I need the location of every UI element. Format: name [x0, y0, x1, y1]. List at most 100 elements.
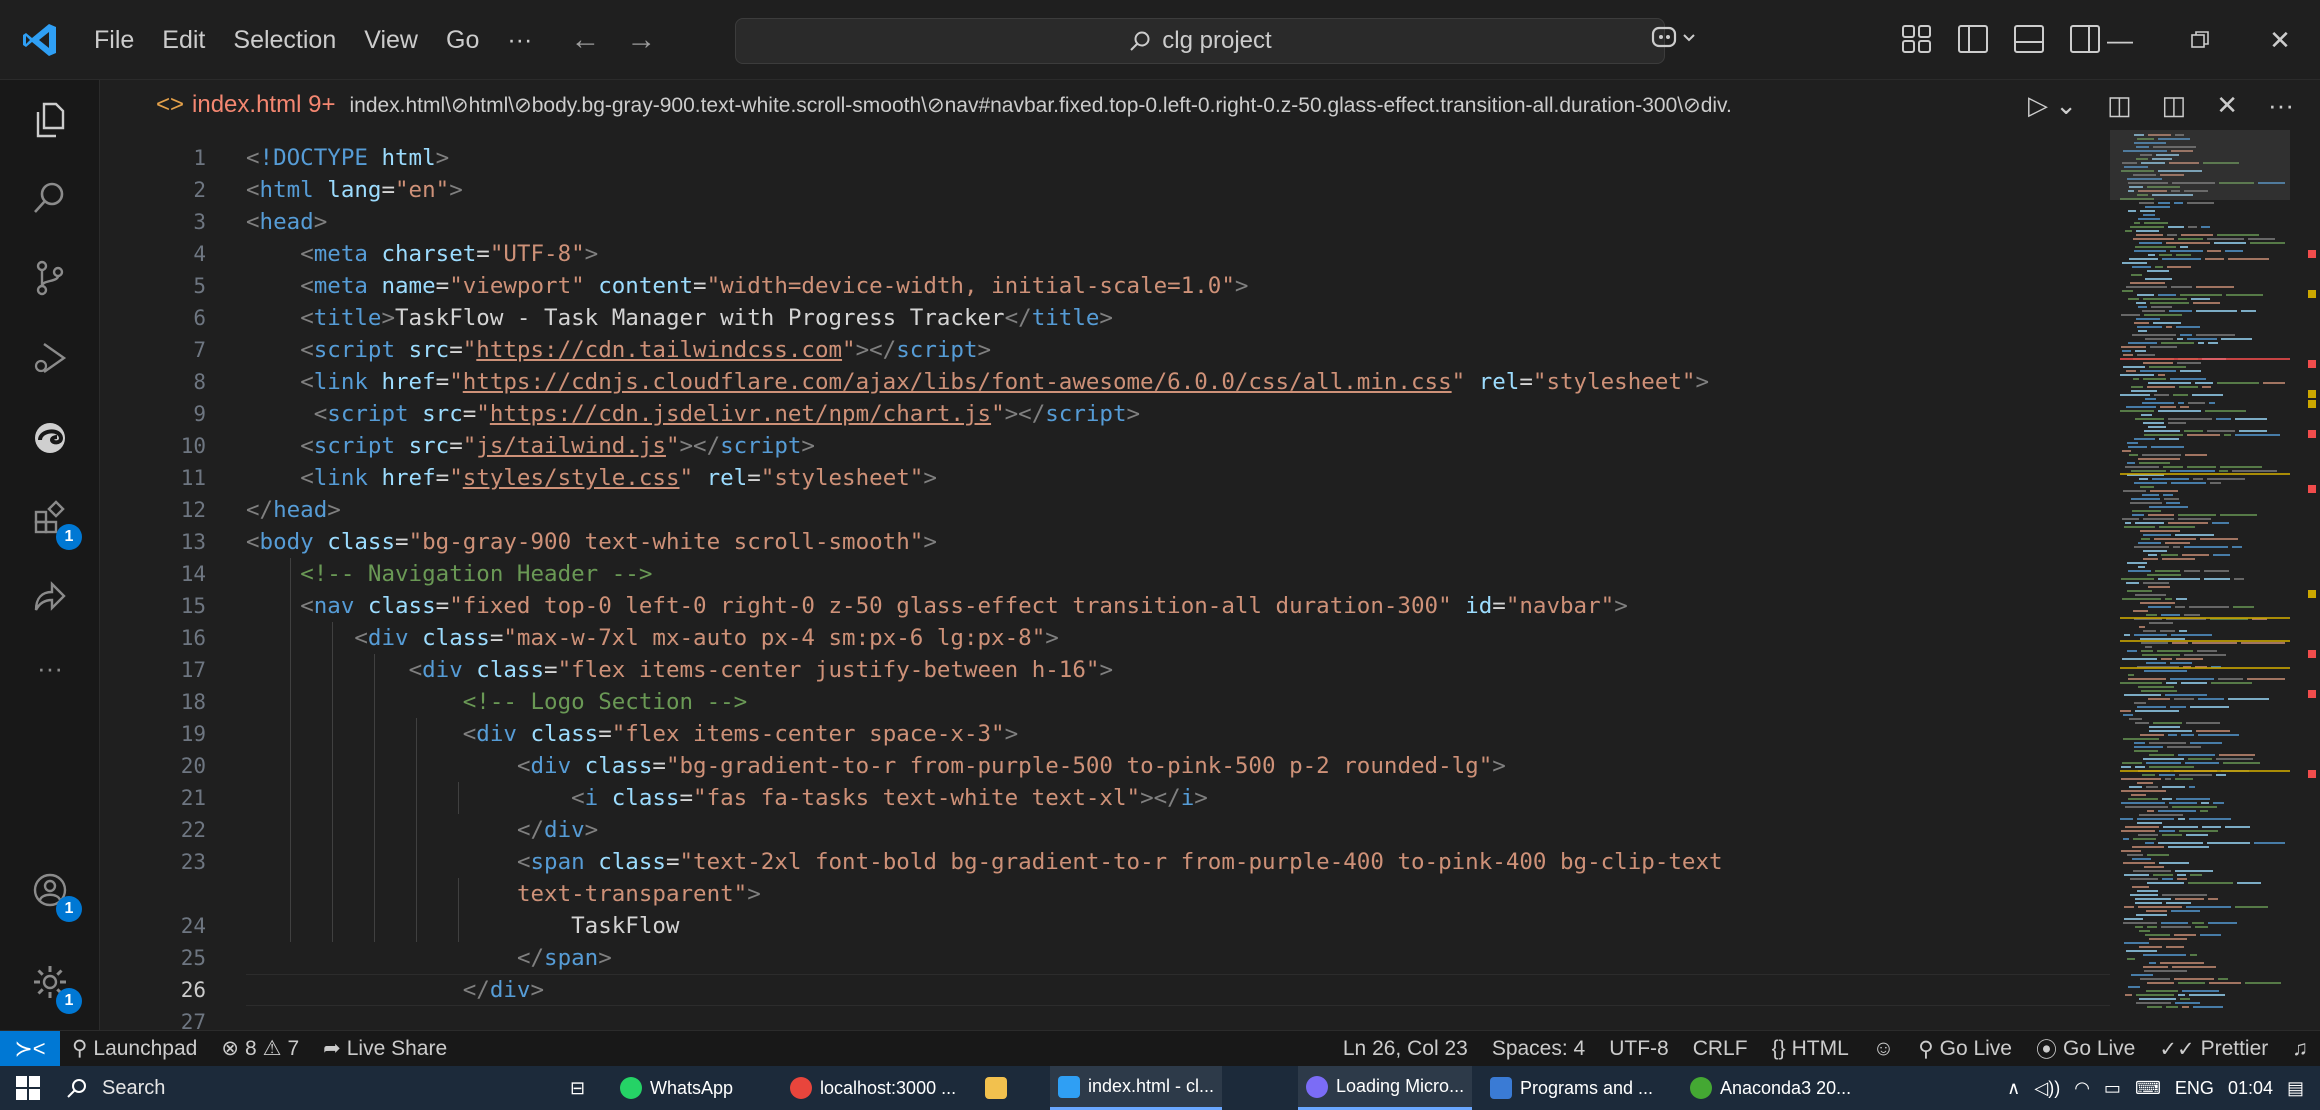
run-debug-icon[interactable]: [0, 318, 100, 398]
run-file-icon[interactable]: ▷ ⌄: [2028, 90, 2077, 121]
code-line[interactable]: 20 <div class="bg-gradient-to-r from-pur…: [100, 750, 2110, 782]
code-line[interactable]: 15 <nav class="fixed top-0 left-0 right-…: [100, 590, 2110, 622]
code-line[interactable]: 8 <link href="https://cdnjs.cloudflare.c…: [100, 366, 2110, 398]
copilot-icon[interactable]: [1650, 20, 1698, 63]
cursor-position[interactable]: Ln 26, Col 23: [1331, 1037, 1480, 1061]
taskbar-app-anaconda[interactable]: Anaconda3 20...: [1690, 1066, 1851, 1110]
command-center-search[interactable]: clg project: [735, 18, 1665, 64]
code-line[interactable]: 26 </div>: [100, 974, 2110, 1006]
taskbar-app-programs[interactable]: Programs and ...: [1490, 1066, 1653, 1110]
edge-icon[interactable]: [0, 398, 100, 478]
taskbar-app-whatsapp[interactable]: WhatsApp: [620, 1066, 733, 1110]
code-line[interactable]: 18 <!-- Logo Section -->: [100, 686, 2110, 718]
show-hidden-icons-icon[interactable]: ∧: [2007, 1078, 2020, 1099]
code-line[interactable]: 12 </head>: [100, 494, 2110, 526]
code-line[interactable]: 25 </span>: [100, 942, 2110, 974]
taskbar-app-loading[interactable]: Loading Micro...: [1298, 1066, 1473, 1110]
source-control-icon[interactable]: [0, 238, 100, 318]
minimap-slider[interactable]: [2110, 130, 2290, 200]
live-share-label: Live Share: [346, 1036, 448, 1060]
more-actions-icon[interactable]: ···: [2268, 90, 2294, 121]
close-button[interactable]: ✕: [2240, 0, 2320, 80]
split-editor-icon[interactable]: ◫: [2162, 90, 2187, 121]
notification-center-icon[interactable]: ▤: [2287, 1078, 2304, 1099]
toggle-panel-icon[interactable]: [2012, 20, 2046, 56]
code-line[interactable]: 10 <script src="js/tailwind.js"></script…: [100, 430, 2110, 462]
live-share-icon[interactable]: [0, 558, 100, 638]
menu-view[interactable]: View: [350, 0, 432, 80]
more-icon[interactable]: ···: [0, 628, 100, 708]
notifications-bell-icon[interactable]: ♫: [2280, 1037, 2320, 1061]
menu-file[interactable]: File: [80, 0, 148, 80]
live-share-item[interactable]: ➦ Live Share: [311, 1036, 459, 1061]
code-line[interactable]: 6 <title>TaskFlow - Task Manager with Pr…: [100, 302, 2110, 334]
input-language[interactable]: ENG: [2175, 1078, 2214, 1099]
code-line[interactable]: 27: [100, 1006, 2110, 1030]
open-preview-icon[interactable]: ◫: [2107, 90, 2132, 121]
battery-icon[interactable]: ▭: [2104, 1078, 2121, 1099]
menu-edit[interactable]: Edit: [148, 0, 219, 80]
task-view-icon[interactable]: ⊟: [570, 1066, 585, 1110]
line-number: 15: [180, 594, 206, 618]
code-line[interactable]: 9 <script src="https://cdn.jsdelivr.net/…: [100, 398, 2110, 430]
code-line[interactable]: 13 <body class="bg-gray-900 text-white sc…: [100, 526, 2110, 558]
minimap[interactable]: [2110, 130, 2320, 1030]
code-line[interactable]: 1 <!DOCTYPE html>: [100, 142, 2110, 174]
code-line[interactable]: 4 <meta charset="UTF-8">: [100, 238, 2110, 270]
code-line[interactable]: 19 <div class="flex items-center space-x…: [100, 718, 2110, 750]
menu-go[interactable]: Go: [432, 0, 493, 80]
back-arrow-icon[interactable]: ←: [570, 23, 600, 57]
encoding[interactable]: UTF-8: [1597, 1037, 1681, 1061]
minimize-button[interactable]: —: [2080, 0, 2160, 80]
keyboard-icon[interactable]: ⌨: [2135, 1078, 2161, 1099]
code-line[interactable]: 21 <i class="fas fa-tasks text-white tex…: [100, 782, 2110, 814]
forward-arrow-icon[interactable]: →: [626, 23, 656, 57]
code-line[interactable]: 22 </div>: [100, 814, 2110, 846]
problems-item[interactable]: ⊗ 8 ⚠ 7: [209, 1036, 311, 1061]
code-line[interactable]: 7 <script src="https://cdn.tailwindcss.c…: [100, 334, 2110, 366]
code-line[interactable]: 11 <link href="styles/style.css" rel="st…: [100, 462, 2110, 494]
code-line[interactable]: 2 <html lang="en">: [100, 174, 2110, 206]
close-editor-icon[interactable]: ✕: [2216, 90, 2238, 121]
windows-start-icon[interactable]: [0, 1075, 56, 1101]
clock[interactable]: 01:04: [2228, 1078, 2273, 1099]
code-editor[interactable]: 1 <!DOCTYPE html> 2 <html lang="en"> 3 <head>…: [100, 130, 2110, 1030]
explorer-icon[interactable]: [0, 80, 100, 160]
taskbar-search[interactable]: Search: [56, 1066, 536, 1110]
editor-tab-index-html[interactable]: <> index.html 9+: [156, 91, 335, 119]
wifi-icon[interactable]: ◠: [2074, 1078, 2090, 1099]
language-mode[interactable]: {} HTML: [1760, 1037, 1861, 1061]
code-line[interactable]: 5 <meta name="viewport" content="width=d…: [100, 270, 2110, 302]
search-icon[interactable]: [0, 158, 100, 238]
taskbar-app-vscode[interactable]: index.html - cl...: [1050, 1066, 1223, 1110]
volume-icon[interactable]: ◁)): [2034, 1078, 2060, 1099]
restore-button[interactable]: [2160, 0, 2240, 80]
toggle-primary-sidebar-icon[interactable]: [1956, 20, 1990, 56]
copilot-status-icon[interactable]: ☺: [1861, 1037, 1906, 1061]
code-line[interactable]: 3 <head>: [100, 206, 2110, 238]
remote-indicator-icon[interactable]: ≻<: [0, 1030, 60, 1067]
indent-guide: [332, 622, 333, 942]
code-line[interactable]: 14 <!-- Navigation Header -->: [100, 558, 2110, 590]
indentation[interactable]: Spaces: 4: [1480, 1037, 1597, 1061]
go-live-item-1[interactable]: ⚲ Go Live: [1906, 1037, 2024, 1062]
customize-layout-icon[interactable]: [1900, 20, 1934, 56]
menu-selection[interactable]: Selection: [219, 0, 350, 80]
line-number: 2: [193, 178, 206, 202]
accounts-icon[interactable]: 1: [0, 850, 100, 930]
code-line[interactable]: 23 <span class="text-2xl font-bold bg-gr…: [100, 846, 2110, 878]
code-line[interactable]: text-transparent">: [100, 878, 2110, 910]
code-line[interactable]: 17 <div class="flex items-center justify…: [100, 654, 2110, 686]
prettier-item[interactable]: ✓✓ Prettier: [2147, 1037, 2280, 1062]
code-line[interactable]: 16 <div class="max-w-7xl mx-auto px-4 sm…: [100, 622, 2110, 654]
manage-gear-icon[interactable]: 1: [0, 942, 100, 1022]
end-of-line[interactable]: CRLF: [1681, 1037, 1760, 1061]
taskbar-app-browser[interactable]: localhost:3000 ...: [790, 1066, 956, 1110]
file-explorer-icon[interactable]: [985, 1066, 1007, 1110]
go-live-item-2[interactable]: ⦿ Go Live: [2024, 1034, 2147, 1064]
menu-more[interactable]: ···: [493, 0, 546, 80]
breadcrumb[interactable]: index.html\⊘html\⊘body.bg-gray-900.text-…: [349, 93, 1869, 118]
launchpad-item[interactable]: ⚲ Launchpad: [60, 1036, 209, 1061]
code-line[interactable]: 24 TaskFlow: [100, 910, 2110, 942]
extensions-icon[interactable]: 1: [0, 478, 100, 558]
